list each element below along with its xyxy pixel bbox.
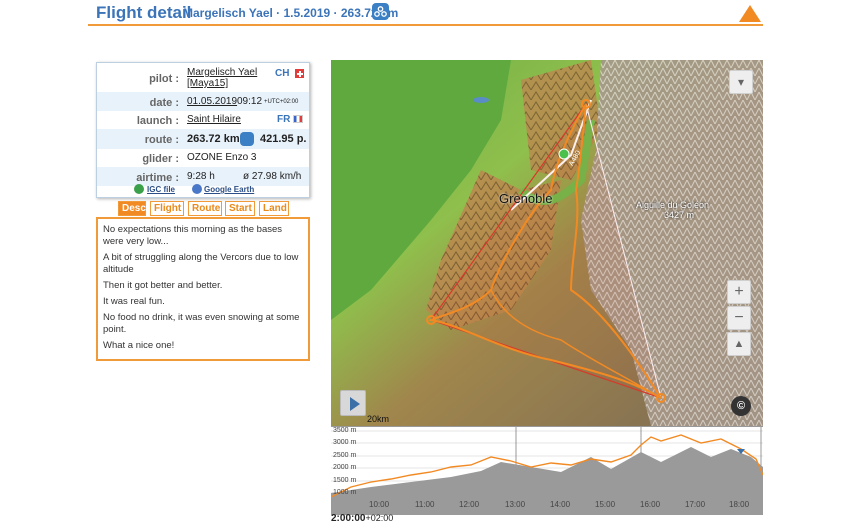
- time-readout-value: 2:00:00: [331, 513, 366, 524]
- tab-flight[interactable]: Flight: [150, 201, 184, 216]
- date-label: date :: [149, 97, 179, 109]
- flight-description: No expectations this morning as the base…: [96, 217, 310, 361]
- glider-row: glider : OZONE Enzo 3: [97, 148, 309, 167]
- launch-country: FR: [277, 114, 291, 125]
- description-line: Then it got better and better.: [103, 280, 223, 291]
- time-label: 16:00: [640, 500, 661, 509]
- description-line: A bit of struggling along the Vercors du…: [103, 252, 299, 275]
- flight-info-panel: pilot : Margelisch Yael [Maya15] CH date…: [96, 62, 310, 198]
- launch-time: 09:12: [237, 96, 263, 107]
- time-readout-tz: +02:00: [365, 513, 394, 523]
- launch-row: launch : Saint Hilaire FR: [97, 110, 309, 129]
- altitude-label: 1500 m: [333, 477, 357, 484]
- airtime-duration: 9:28 h: [187, 171, 215, 182]
- time-label: 12:00: [459, 500, 480, 509]
- route-row: route : 263.72 km 421.95 p.: [97, 129, 309, 149]
- route-distance: 263.72 km: [187, 133, 240, 145]
- time-label: 15:00: [595, 500, 616, 509]
- altitude-profile[interactable]: 3500 m 3000 m 2500 m 2000 m 1500 m 1000 …: [330, 426, 764, 515]
- altitude-label: 2500 m: [333, 452, 357, 459]
- download-links: IGC file Google Earth: [97, 183, 309, 198]
- flight-map[interactable]: Grenoble Aiguille du Goléon 3427 m A480 …: [331, 60, 763, 426]
- time-label: 10:00: [369, 500, 390, 509]
- french-flag-icon: [293, 115, 303, 123]
- description-line: What a nice one!: [103, 340, 175, 351]
- tab-land[interactable]: Land: [259, 201, 289, 216]
- google-earth-link[interactable]: Google Earth: [204, 185, 254, 194]
- launch-site-link[interactable]: Saint Hilaire: [187, 114, 241, 125]
- page-title: Flight detail: [96, 3, 192, 22]
- time-label: 13:00: [505, 500, 526, 509]
- page-subtitle: Margelisch Yael · 1.5.2019 · 263.72 km: [183, 6, 399, 20]
- time-label: 11:00: [415, 500, 435, 509]
- map-city-label: Grenoble: [499, 191, 553, 206]
- igc-icon: [134, 184, 144, 194]
- map-peak-elevation: 3427 m: [664, 210, 695, 220]
- corner-triangle-icon: [739, 5, 761, 22]
- tab-start[interactable]: Start: [225, 201, 255, 216]
- description-line: It was real fun.: [103, 296, 165, 307]
- map-layers-button[interactable]: ▾: [729, 70, 753, 94]
- date-row: date : 01.05.2019 09:12 +UTC+02:00: [97, 92, 309, 111]
- xcontest-logo-icon[interactable]: [372, 3, 389, 20]
- play-button[interactable]: [340, 390, 366, 416]
- date-link[interactable]: 01.05.2019: [187, 96, 237, 107]
- zoom-out-button[interactable]: −: [727, 306, 751, 330]
- map-peak-label: Aiguille du Goléon: [636, 200, 710, 210]
- glider-label: glider :: [142, 153, 179, 165]
- description-line: No expectations this morning as the base…: [103, 224, 283, 247]
- route-points: 421.95 p.: [260, 133, 307, 145]
- north-button[interactable]: ▲: [727, 332, 751, 356]
- altitude-label: 1000 m: [333, 489, 357, 496]
- timezone: +UTC+02:00: [264, 99, 299, 105]
- time-readout: 2:00:00+02:00: [331, 513, 393, 524]
- tab-desc[interactable]: Desc: [118, 201, 146, 216]
- map-scale-label: 20km: [367, 414, 390, 424]
- pilot-label: pilot :: [149, 73, 179, 85]
- time-label: 17:00: [685, 500, 706, 509]
- igc-file-link[interactable]: IGC file: [147, 185, 175, 194]
- description-line: No food no drink, it was even snowing at…: [103, 312, 300, 335]
- route-type-icon[interactable]: [240, 132, 254, 146]
- time-label: 18:00: [729, 500, 750, 509]
- route-label: route :: [144, 134, 179, 146]
- pilot-row: pilot : Margelisch Yael [Maya15] CH: [97, 65, 309, 93]
- zoom-in-button[interactable]: +: [727, 280, 751, 304]
- glider-value: OZONE Enzo 3: [187, 152, 257, 163]
- terrain-map[interactable]: [331, 60, 763, 426]
- pilot-name-link[interactable]: Margelisch Yael: [187, 67, 257, 78]
- launch-marker-icon[interactable]: [558, 148, 570, 160]
- time-label: 14:00: [550, 500, 571, 509]
- launch-label: launch :: [136, 115, 179, 127]
- copyright-button[interactable]: ©: [731, 396, 751, 416]
- google-earth-icon: [192, 184, 202, 194]
- average-speed: ø 27.98 km/h: [243, 171, 302, 182]
- pilot-nick-link[interactable]: [Maya15]: [187, 78, 228, 89]
- altitude-label: 2000 m: [333, 464, 357, 471]
- page-header: Flight detail Margelisch Yael · 1.5.2019…: [88, 0, 763, 26]
- pilot-country: CH: [275, 68, 290, 79]
- tab-route[interactable]: Route: [188, 201, 222, 216]
- altitude-label: 3000 m: [333, 439, 357, 446]
- altitude-label: 3500 m: [333, 427, 357, 434]
- swiss-flag-icon: [295, 69, 304, 78]
